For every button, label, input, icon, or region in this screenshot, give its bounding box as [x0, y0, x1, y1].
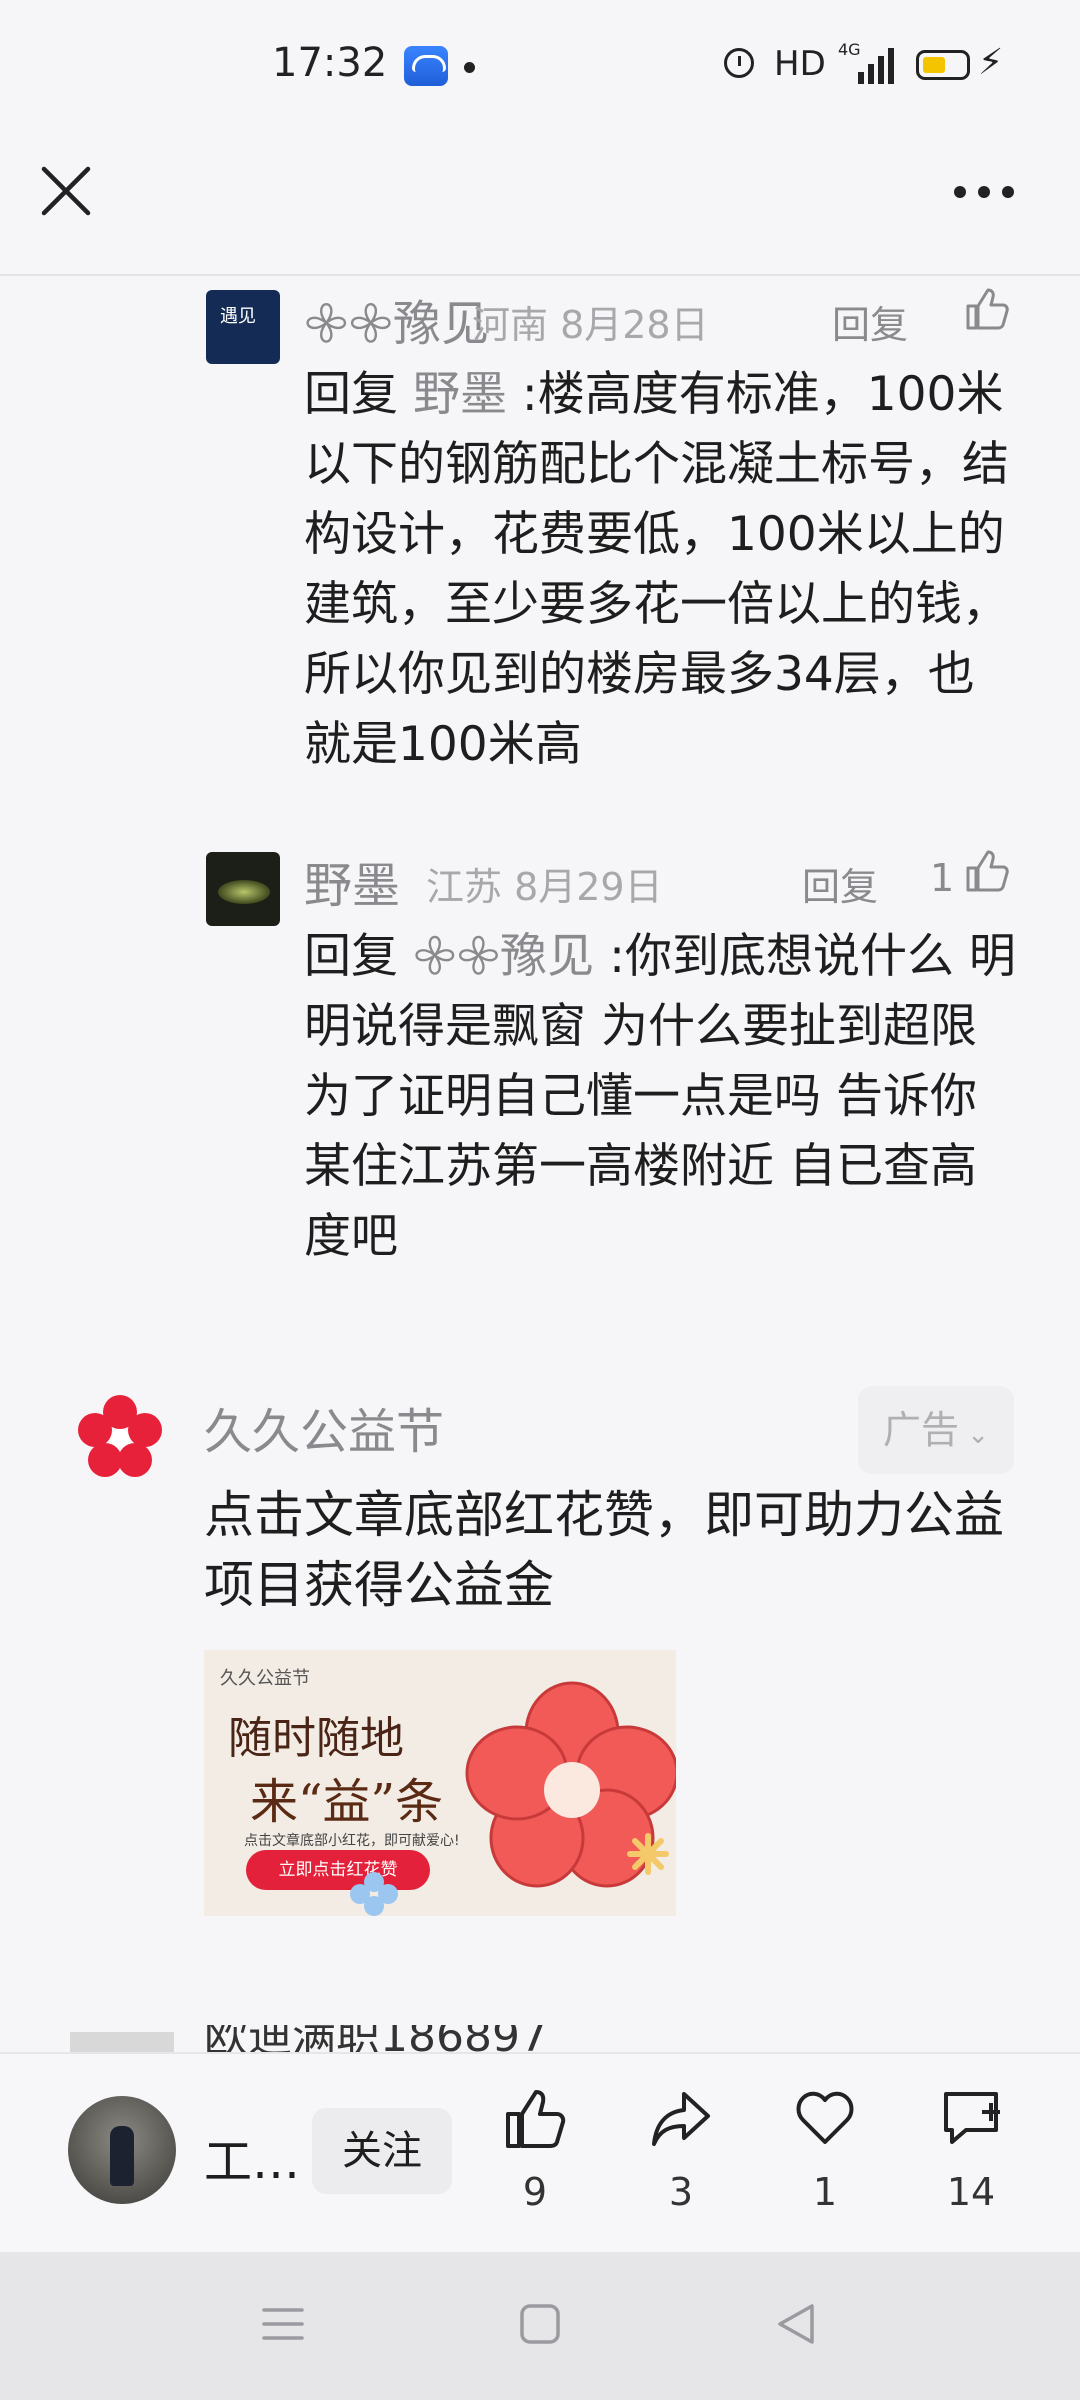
- follow-button[interactable]: 关注: [312, 2108, 452, 2194]
- commenter-name[interactable]: 𖧷𖧷豫见: [304, 284, 489, 355]
- menu-icon[interactable]: [260, 2304, 306, 2344]
- app-badge-icon: [404, 46, 448, 86]
- share-action[interactable]: 3: [626, 2086, 736, 2226]
- like-count: 9: [522, 2170, 548, 2214]
- comment-body: :楼高度有标准，100米以下的钢筋配比个混凝土标号，结构设计，花费要低，100米…: [304, 367, 1009, 772]
- commenter-name: 欧迪满职186897: [204, 2025, 548, 2052]
- ad-image-subtitle: 点击文章底部小红花，即可献爱心!: [244, 1833, 460, 1849]
- signal-icon: [858, 48, 898, 84]
- comment-action[interactable]: 14: [916, 2086, 1026, 2226]
- comment-body: :你到底想说什么 明明说得是飘窗 为什么要扯到超限 为了证明自己懂一点是吗 告诉…: [304, 929, 1016, 1264]
- reply-prefix: 回复: [304, 367, 398, 422]
- author-avatar[interactable]: [68, 2096, 176, 2204]
- author-name[interactable]: 工…: [204, 2122, 300, 2192]
- mention-link[interactable]: 野墨: [413, 367, 507, 422]
- commenter-avatar[interactable]: [206, 290, 280, 364]
- thumb-up-icon: [506, 2090, 566, 2148]
- ad-banner-image[interactable]: 久久公益节 随时随地 来“益”条 点击文章底部小红花，即可献爱心! 立即点击红花…: [204, 1650, 676, 1916]
- home-square-icon[interactable]: [518, 2302, 562, 2346]
- header-divider: [0, 274, 1080, 276]
- commenter-name[interactable]: 野墨: [304, 846, 400, 916]
- network-label: HD: [774, 44, 826, 84]
- status-time: 17:32: [272, 40, 388, 86]
- alarm-icon: [724, 48, 754, 78]
- comment-add-icon: [944, 2092, 1000, 2144]
- ad-tag-button[interactable]: 广告 ⌄: [858, 1386, 1014, 1474]
- mention-link[interactable]: 𖧷𖧷豫见: [413, 929, 594, 984]
- ad-text[interactable]: 点击文章底部红花赞，即可助力公益项目获得公益金: [204, 1480, 1024, 1620]
- comment-text: 回复 野墨 :楼高度有标准，100米以下的钢筋配比个混凝土标号，结构设计，花费要…: [304, 360, 1020, 780]
- more-icon[interactable]: [952, 174, 1016, 210]
- back-triangle-icon[interactable]: [774, 2300, 818, 2348]
- share-icon: [652, 2092, 710, 2146]
- ad-image-title: 来“益”条: [250, 1774, 444, 1830]
- status-bar: 17:32 HD 4G ⚡: [0, 0, 1080, 130]
- favorite-action[interactable]: 1: [770, 2086, 880, 2226]
- close-icon[interactable]: [40, 165, 92, 217]
- ad-image-brand: 久久公益节: [220, 1668, 310, 1689]
- chevron-down-icon: ⌄: [958, 1420, 990, 1450]
- flower-logo-icon[interactable]: [74, 1392, 166, 1484]
- share-count: 3: [668, 2170, 694, 2214]
- ad-name[interactable]: 久久公益节: [204, 1392, 444, 1462]
- comment-meta: 河南 8月28日: [472, 303, 709, 347]
- commenter-avatar[interactable]: [70, 2032, 174, 2052]
- blue-flower-icon: [350, 1872, 398, 1916]
- peek-comment: 欧迪满职186897: [204, 2025, 804, 2052]
- comment-meta: 江苏 8月29日: [426, 865, 663, 909]
- thumb-up-icon[interactable]: [964, 848, 1010, 894]
- ad-image-title: 随时随地: [228, 1713, 404, 1764]
- like-count: 1: [930, 856, 955, 900]
- commenter-avatar[interactable]: [206, 852, 280, 926]
- reply-prefix: 回复: [304, 929, 398, 984]
- reply-button[interactable]: 回复: [802, 856, 878, 911]
- reply-button[interactable]: 回复: [832, 294, 908, 349]
- thumb-up-icon[interactable]: [964, 286, 1010, 332]
- like-action[interactable]: 9: [480, 2086, 590, 2226]
- comment-count: 14: [946, 2170, 996, 2214]
- battery-icon: [916, 50, 970, 80]
- heart-icon: [796, 2091, 854, 2144]
- top-header: [0, 130, 1080, 274]
- yellow-flower-icon: [627, 1833, 669, 1875]
- notification-dot-icon: [464, 62, 475, 73]
- charging-icon: ⚡: [978, 42, 1004, 83]
- favorite-count: 1: [812, 2170, 838, 2214]
- comment-text: 回复 𖧷𖧷豫见 :你到底想说什么 明明说得是飘窗 为什么要扯到超限 为了证明自己…: [304, 922, 1020, 1272]
- ad-tag-label: 广告: [882, 1408, 959, 1452]
